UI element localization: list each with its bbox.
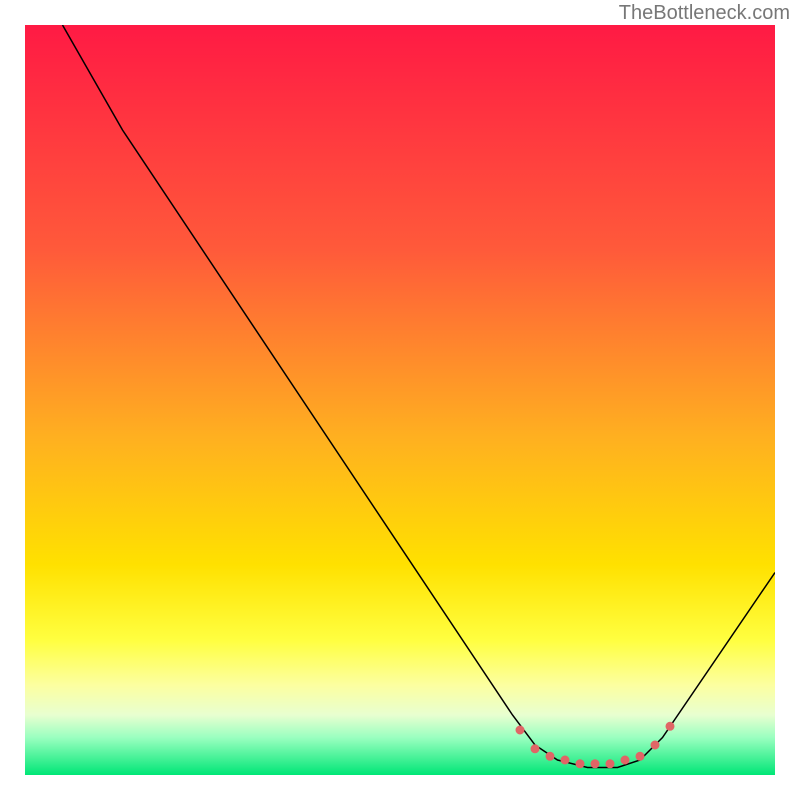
optimal-range-dots	[516, 722, 674, 768]
optimal-dot	[591, 760, 599, 768]
bottleneck-curve	[63, 25, 776, 768]
optimal-dot	[651, 741, 659, 749]
optimal-dot	[561, 756, 569, 764]
optimal-dot	[576, 760, 584, 768]
optimal-dot	[516, 726, 524, 734]
attribution-text: TheBottleneck.com	[619, 2, 790, 25]
optimal-dot	[606, 760, 614, 768]
optimal-dot	[546, 752, 554, 760]
optimal-dot	[531, 745, 539, 753]
optimal-dot	[621, 756, 629, 764]
chart-overlay	[25, 25, 775, 775]
optimal-dot	[666, 722, 674, 730]
optimal-dot	[636, 752, 644, 760]
